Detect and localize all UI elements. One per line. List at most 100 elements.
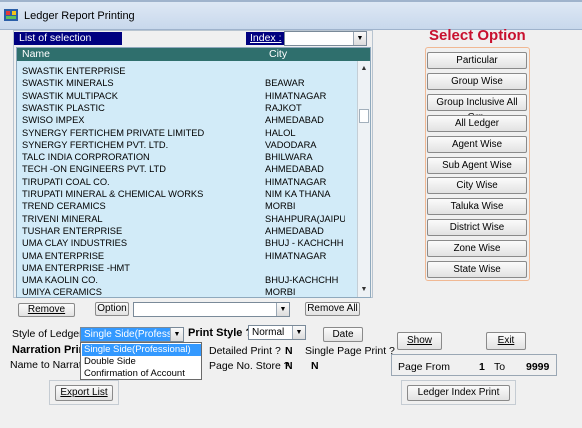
cell-name: UMA ENTERPRISE -HMT — [22, 262, 130, 273]
column-header-name[interactable]: Name — [22, 48, 50, 61]
column-header-city[interactable]: City — [269, 48, 287, 61]
index-combo[interactable]: ▼ — [284, 31, 367, 46]
grid-header: Name City — [17, 48, 370, 61]
city-wise-button[interactable]: City Wise — [427, 177, 527, 195]
cell-name: SWASTIK PLASTIC — [22, 102, 105, 113]
cell-name: UMA CLAY INDUSTRIES — [22, 238, 128, 249]
cell-city: AHMEDABAD — [265, 164, 324, 175]
chevron-down-icon[interactable]: ▼ — [276, 303, 289, 316]
cell-name: TRIVENI MINERAL — [22, 213, 103, 224]
table-row[interactable]: TIRUPATI COAL CO. HIMATNAGAR — [17, 176, 357, 188]
print-style-label: Print Style ? — [188, 327, 253, 339]
table-row[interactable]: UMA ENTERPRISE HIMATNAGAR — [17, 250, 357, 262]
name-to-narration-value[interactable]: N — [311, 360, 319, 372]
table-row[interactable]: TREND CERAMICS MORBI — [17, 200, 357, 212]
title-bar: Ledger Report Printing — [0, 0, 582, 30]
cell-city: BHUJ - KACHCHH — [265, 238, 344, 249]
cell-city: MORBI — [265, 287, 296, 298]
table-row[interactable]: UMA ENTERPRISE -HMT — [17, 262, 357, 274]
window-title: Ledger Report Printing — [24, 10, 135, 22]
show-button[interactable]: Show — [397, 332, 442, 350]
scroll-down-icon[interactable]: ▼ — [358, 284, 370, 296]
taluka-wise-button[interactable]: Taluka Wise — [427, 198, 527, 216]
particular-button[interactable]: Particular — [427, 52, 527, 69]
cell-city: HIMATNAGAR — [265, 250, 327, 261]
district-wise-button[interactable]: District Wise — [427, 219, 527, 237]
cell-name: SWASTIK MINERALS — [22, 78, 114, 89]
cell-name: TIRUPATI COAL CO. — [22, 176, 110, 187]
table-row[interactable]: TIRUPATI MINERAL & CHEMICAL WORKS NIM KA … — [17, 188, 357, 200]
detailed-print-value[interactable]: N — [285, 345, 293, 357]
cell-name: TUSHAR ENTERPRISE — [22, 225, 123, 236]
style-of-ledger-combo[interactable]: Single Side(Professio ▼ — [80, 327, 184, 342]
chevron-down-icon[interactable]: ▼ — [292, 326, 305, 339]
single-page-print-label: Single Page Print ? — [305, 345, 395, 357]
list-of-selection-label: List of selection — [14, 32, 122, 45]
table-row[interactable]: UMIYA CERAMICS MORBI — [17, 286, 357, 298]
style-of-ledger-value: Single Side(Professio — [84, 329, 180, 340]
table-row[interactable]: SWASTIK MULTIPACK HIMATNAGAR — [17, 90, 357, 102]
dropdown-option-confirmation[interactable]: Confirmation of Account — [82, 368, 201, 380]
table-row[interactable]: SWISO IMPEX AHMEDABAD — [17, 114, 357, 126]
cell-name: SYNERGY FERTICHEM PRIVATE LIMITED — [22, 127, 205, 138]
table-row[interactable]: SYNERGY FERTICHEM PVT. LTD. VADODARA — [17, 139, 357, 151]
dropdown-option-double-side[interactable]: Double Side — [82, 356, 201, 368]
title-bar-top-line — [0, 0, 582, 2]
style-of-ledger-dropdown[interactable]: Single Side(Professional) Double Side Co… — [80, 342, 202, 380]
print-style-value: Normal — [252, 327, 285, 338]
dropdown-option-single-side[interactable]: Single Side(Professional) — [82, 344, 201, 356]
table-row[interactable]: UMA KAOLIN CO. BHUJ-KACHCHH — [17, 274, 357, 286]
scroll-up-icon[interactable]: ▲ — [358, 63, 370, 75]
to-value[interactable]: 9999 — [526, 361, 549, 373]
cell-city: MORBI — [265, 201, 296, 212]
chevron-down-icon[interactable]: ▼ — [353, 32, 366, 45]
vertical-scrollbar[interactable]: ▲ ▼ — [357, 61, 370, 297]
print-style-combo[interactable]: Normal ▼ — [248, 325, 306, 340]
table-row[interactable]: TALC INDIA CORPRORATION BHILWARA — [17, 151, 357, 163]
cell-name: SWASTIK ENTERPRISE — [22, 66, 126, 76]
name-to-narration-label: Name to Narratio — [10, 359, 90, 371]
remove-button[interactable]: Remove — [18, 303, 75, 317]
chevron-down-icon[interactable]: ▼ — [170, 328, 183, 341]
date-button[interactable]: Date — [323, 327, 363, 342]
index-label-text: Index : — [250, 32, 282, 44]
zone-wise-button[interactable]: Zone Wise — [427, 240, 527, 258]
sub-agent-wise-button[interactable]: Sub Agent Wise — [427, 156, 527, 174]
cell-city: HIMATNAGAR — [265, 176, 327, 187]
page-no-store-value[interactable]: N — [285, 360, 293, 372]
exit-button-label: Exit — [497, 335, 515, 346]
scroll-thumb[interactable] — [359, 109, 369, 123]
group-inclusive-all-grp-button[interactable]: Group Inclusive All Grp. — [427, 93, 527, 123]
page-from-value[interactable]: 1 — [479, 361, 485, 373]
cell-name: UMA KAOLIN CO. — [22, 275, 98, 286]
cell-name: TREND CERAMICS — [22, 201, 106, 212]
cell-name: SWISO IMPEX — [22, 115, 85, 126]
table-row[interactable]: SYNERGY FERTICHEM PRIVATE LIMITED HALOL — [17, 127, 357, 139]
app-icon — [4, 9, 18, 21]
table-row[interactable]: TRIVENI MINERAL SHAHPURA(JAIPU — [17, 213, 357, 225]
cell-city: HIMATNAGAR — [265, 90, 327, 101]
option-button[interactable]: Option — [95, 302, 129, 316]
ledger-index-print-button[interactable]: Ledger Index Print — [407, 385, 510, 401]
cell-name: TECH -ON ENGINEERS PVT. LTD — [22, 164, 166, 175]
table-row[interactable]: UMA CLAY INDUSTRIES BHUJ - KACHCHH — [17, 237, 357, 249]
group-wise-button[interactable]: Group Wise — [427, 72, 527, 90]
table-row[interactable]: TUSHAR ENTERPRISE AHMEDABAD — [17, 225, 357, 237]
export-list-button[interactable]: Export List — [55, 385, 113, 401]
cell-city: RAJKOT — [265, 102, 302, 113]
cell-name: SYNERGY FERTICHEM PVT. LTD. — [22, 139, 169, 150]
remove-all-button[interactable]: Remove All — [305, 302, 360, 316]
option-combo[interactable]: ▼ — [133, 302, 290, 317]
selection-grid[interactable]: Name City SWASTIK ENTERPRISE SWASTIK MINE… — [16, 47, 371, 298]
table-row[interactable]: SWASTIK PLASTIC RAJKOT — [17, 102, 357, 114]
agent-wise-button[interactable]: Agent Wise — [427, 135, 527, 153]
exit-button[interactable]: Exit — [486, 332, 526, 350]
cell-city: BHUJ-KACHCHH — [265, 275, 339, 286]
cell-city: SHAHPURA(JAIPU — [265, 213, 345, 224]
all-ledger-button[interactable]: All Ledger — [427, 114, 527, 132]
state-wise-button[interactable]: State Wise — [427, 261, 527, 278]
cell-city: HALOL — [265, 127, 296, 138]
table-row[interactable]: SWASTIK ENTERPRISE — [17, 65, 357, 77]
table-row[interactable]: SWASTIK MINERALS BEAWAR — [17, 77, 357, 89]
table-row[interactable]: TECH -ON ENGINEERS PVT. LTD AHMEDABAD — [17, 163, 357, 175]
